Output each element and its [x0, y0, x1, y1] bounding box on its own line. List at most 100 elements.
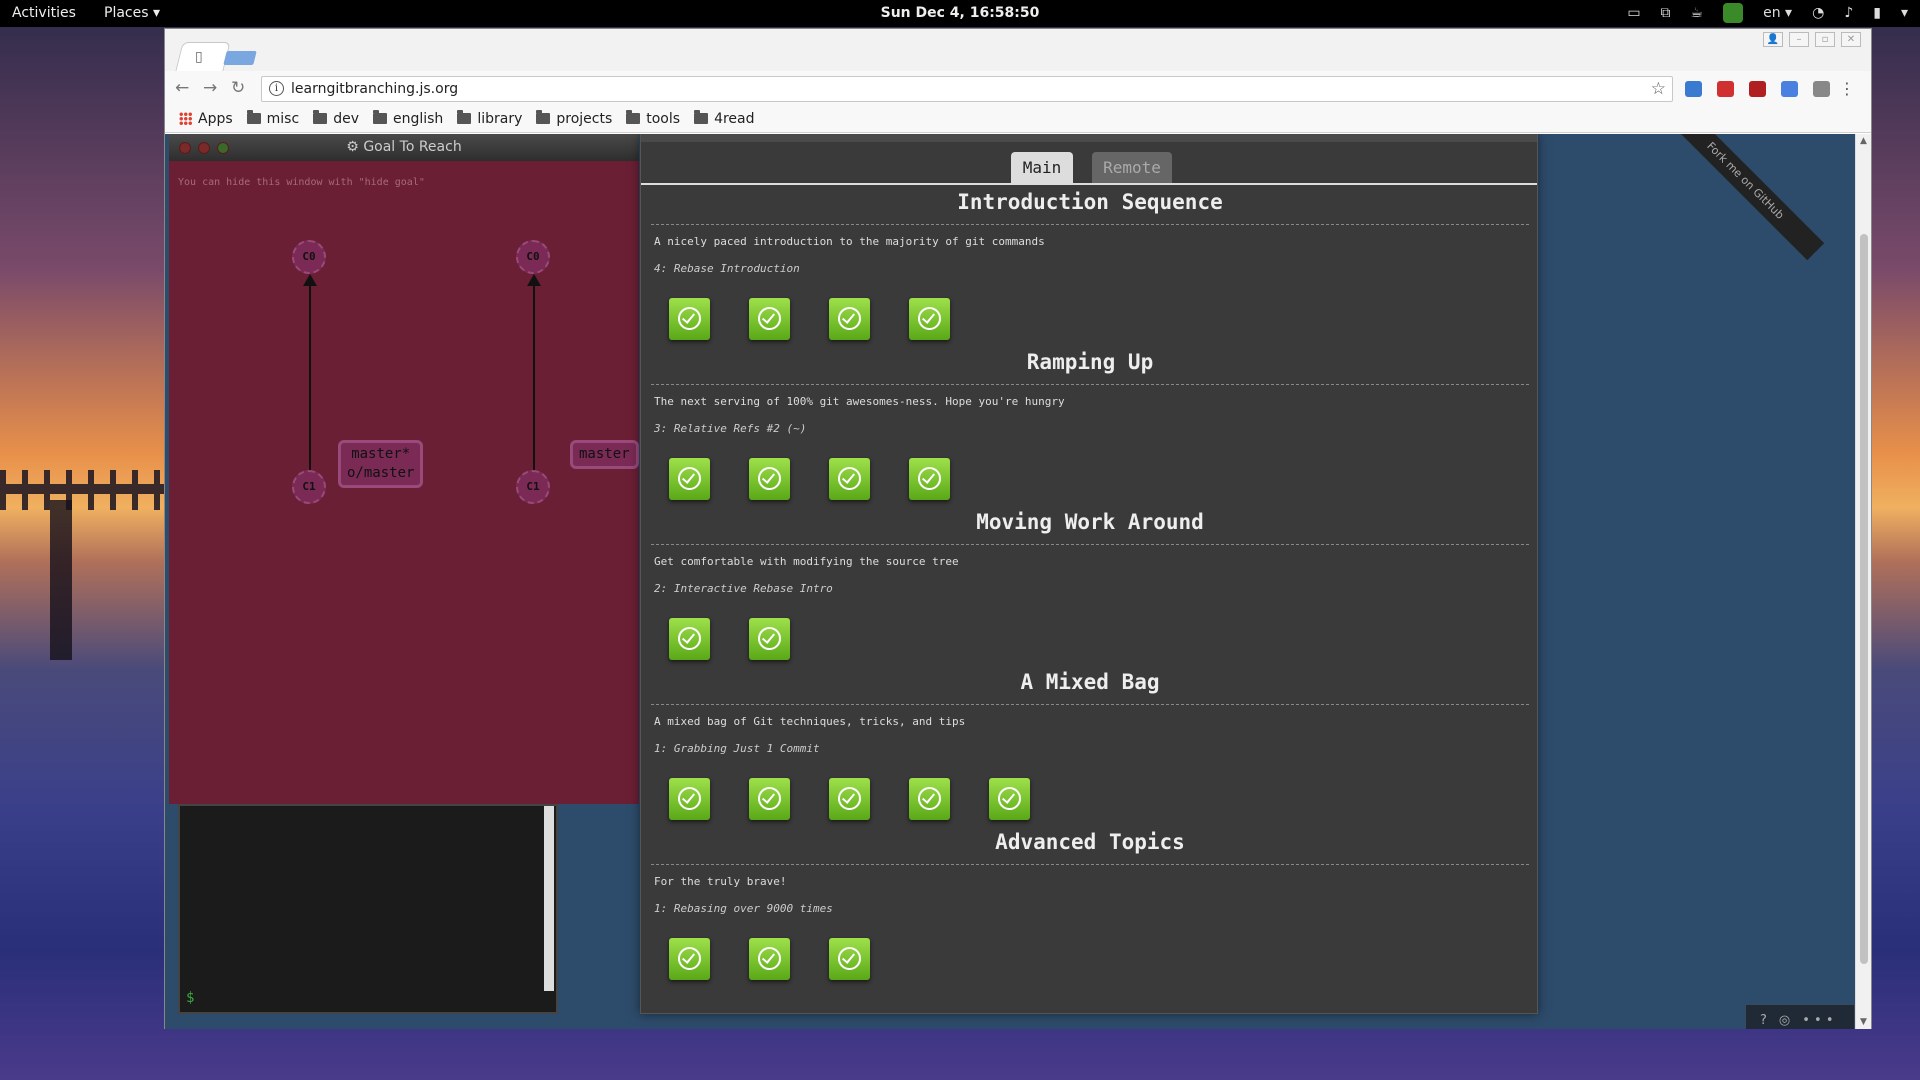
level-button-complete[interactable]	[669, 618, 710, 660]
window-controls: 👤 – ▫ ✕	[1763, 32, 1861, 47]
browser-window: ▯ 👤 – ▫ ✕ ← → ↻ i learngitbranching.js.o…	[164, 28, 1872, 1029]
minimize-dot[interactable]	[198, 142, 210, 154]
section-description: The next serving of 100% git awesomes-ne…	[654, 395, 1065, 408]
close-dot[interactable]	[179, 142, 191, 154]
bookmark-folder[interactable]: tools	[626, 110, 681, 127]
lastpass-icon[interactable]	[1717, 81, 1734, 97]
bookmark-folder[interactable]: misc	[246, 110, 299, 127]
check-icon	[921, 310, 936, 324]
level-buttons	[669, 618, 1529, 660]
bookmark-apps[interactable]: Apps	[179, 111, 233, 127]
branch-label: master	[570, 440, 639, 469]
profile-icon[interactable]: 👤	[1763, 32, 1783, 47]
check-icon	[761, 310, 776, 324]
page-scrollbar[interactable]: ▲ ▼	[1855, 134, 1871, 1029]
screen-icon[interactable]: ▭	[1627, 5, 1640, 21]
browser-tab[interactable]	[175, 42, 231, 71]
forward-arrow-icon[interactable]: →	[203, 78, 217, 98]
command-terminal[interactable]: $	[178, 804, 558, 1014]
check-icon	[921, 790, 936, 804]
language-indicator[interactable]: en ▾	[1763, 5, 1792, 21]
menu-icon[interactable]: ⋮	[1839, 79, 1855, 98]
level-button-complete[interactable]	[669, 778, 710, 820]
bookmark-folder[interactable]: library	[457, 110, 522, 127]
more-icon[interactable]: • • •	[1802, 1013, 1833, 1029]
address-bar[interactable]: i learngitbranching.js.org ☆	[261, 76, 1673, 102]
bookmark-folder[interactable]: 4read	[694, 110, 755, 127]
scrollbar-thumb[interactable]	[1860, 234, 1868, 964]
level-button-complete[interactable]	[909, 778, 950, 820]
level-button-complete[interactable]	[829, 298, 870, 340]
new-tab-button[interactable]	[223, 51, 257, 65]
goal-title-bar[interactable]: ⚙ Goal To Reach	[169, 134, 639, 161]
level-button-complete[interactable]	[669, 298, 710, 340]
level-button-complete[interactable]	[829, 778, 870, 820]
level-button-complete[interactable]	[909, 298, 950, 340]
back-arrow-icon[interactable]: ←	[175, 78, 189, 98]
section-divider	[651, 544, 1529, 545]
level-button-complete[interactable]	[749, 298, 790, 340]
bookmark-label: 4read	[714, 110, 755, 127]
shield-icon[interactable]	[1723, 3, 1744, 23]
level-button-complete[interactable]	[989, 778, 1030, 820]
level-button-complete[interactable]	[829, 458, 870, 500]
bookmark-star-icon[interactable]: ☆	[1651, 79, 1666, 99]
check-icon	[841, 470, 856, 484]
goal-window[interactable]: ⚙ Goal To Reach You can hide this window…	[169, 134, 639, 804]
bookmark-folder[interactable]: english	[372, 110, 443, 127]
level-button-complete[interactable]	[829, 938, 870, 980]
bookmark-label: dev	[333, 110, 359, 127]
commit-node: C0	[516, 240, 550, 274]
help-icon[interactable]: ?	[1760, 1013, 1767, 1029]
tab-main[interactable]: Main	[1011, 152, 1073, 183]
scroll-up-arrow-icon[interactable]: ▲	[1860, 136, 1867, 146]
fork-me-ribbon[interactable]: Fork me on GitHub	[1665, 134, 1825, 261]
globe-icon[interactable]: ◎	[1779, 1013, 1790, 1029]
section-divider	[651, 704, 1529, 705]
bookmark-folder[interactable]: projects	[536, 110, 612, 127]
check-icon	[841, 950, 856, 964]
scroll-down-arrow-icon[interactable]: ▼	[1860, 1017, 1867, 1027]
wifi-icon[interactable]: ◔	[1812, 5, 1824, 21]
level-section: Moving Work Around Get comfortable with …	[651, 510, 1529, 660]
info-icon[interactable]: i	[269, 81, 284, 96]
level-button-complete[interactable]	[669, 938, 710, 980]
terminal-scrollbar[interactable]	[544, 806, 554, 991]
ublock-icon[interactable]	[1749, 81, 1766, 97]
display-icon[interactable]: ⧉	[1661, 5, 1671, 21]
gear-icon: ⚙	[346, 139, 359, 155]
folder-icon	[457, 110, 472, 124]
coffee-icon[interactable]: ☕	[1691, 5, 1704, 21]
level-button-complete[interactable]	[909, 458, 950, 500]
translate-icon[interactable]	[1781, 81, 1798, 97]
goal-title: Goal To Reach	[363, 139, 462, 155]
level-button-complete[interactable]	[749, 618, 790, 660]
check-icon	[921, 470, 936, 484]
folder-icon	[536, 110, 551, 124]
bookmark-label: tools	[646, 110, 681, 127]
level-button-complete[interactable]	[749, 458, 790, 500]
extension-icon[interactable]	[1813, 81, 1830, 97]
minimize-button[interactable]: –	[1789, 32, 1809, 47]
bookmark-folder[interactable]: dev	[313, 110, 359, 127]
wallpaper-bridge-pier	[50, 500, 72, 660]
close-button[interactable]: ✕	[1841, 32, 1861, 47]
section-title: Advanced Topics	[995, 830, 1185, 854]
commit-edge	[527, 274, 541, 476]
power-menu-icon[interactable]: ▾	[1901, 5, 1908, 21]
language-label: en	[1763, 5, 1781, 21]
extension-icon[interactable]	[1685, 81, 1702, 97]
reload-icon[interactable]: ↻	[231, 78, 245, 98]
level-button-complete[interactable]	[669, 458, 710, 500]
check-icon	[1001, 790, 1016, 804]
section-title: Introduction Sequence	[957, 190, 1223, 214]
level-button-complete[interactable]	[749, 938, 790, 980]
maximize-dot[interactable]	[217, 142, 229, 154]
maximize-button[interactable]: ▫	[1815, 32, 1835, 47]
terminal-prompt: $	[186, 990, 195, 1006]
commit-node: C0	[292, 240, 326, 274]
battery-icon[interactable]: ▮	[1873, 5, 1881, 21]
tab-remote[interactable]: Remote	[1092, 152, 1172, 183]
level-button-complete[interactable]	[749, 778, 790, 820]
volume-icon[interactable]: ♪	[1844, 5, 1853, 21]
